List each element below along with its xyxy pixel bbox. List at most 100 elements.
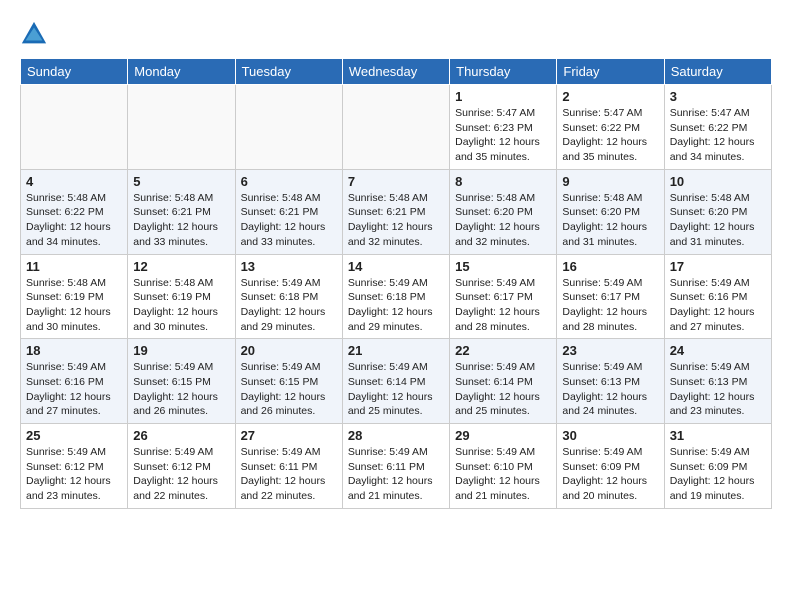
column-header-thursday: Thursday bbox=[450, 59, 557, 85]
calendar-cell: 14 Sunrise: 5:49 AM Sunset: 6:18 PM Dayli… bbox=[342, 254, 449, 339]
day-info: Sunrise: 5:49 AM Sunset: 6:11 PM Dayligh… bbox=[348, 445, 444, 504]
day-number: 12 bbox=[133, 259, 229, 274]
day-info: Sunrise: 5:47 AM Sunset: 6:23 PM Dayligh… bbox=[455, 106, 551, 165]
day-number: 7 bbox=[348, 174, 444, 189]
day-number: 11 bbox=[26, 259, 122, 274]
calendar-week-row: 25 Sunrise: 5:49 AM Sunset: 6:12 PM Dayli… bbox=[21, 424, 772, 509]
calendar-week-row: 4Sunrise: 5:48 AM Sunset: 6:22 PM Daylig… bbox=[21, 169, 772, 254]
day-number: 31 bbox=[670, 428, 766, 443]
calendar-cell: 3 Sunrise: 5:47 AM Sunset: 6:22 PM Daylig… bbox=[664, 85, 771, 170]
calendar-cell: 27Sunrise: 5:49 AM Sunset: 6:11 PM Dayli… bbox=[235, 424, 342, 509]
day-number: 5 bbox=[133, 174, 229, 189]
day-info: Sunrise: 5:49 AM Sunset: 6:12 PM Dayligh… bbox=[26, 445, 122, 504]
day-number: 19 bbox=[133, 343, 229, 358]
calendar-cell bbox=[342, 85, 449, 170]
column-header-monday: Monday bbox=[128, 59, 235, 85]
logo-icon bbox=[20, 20, 48, 48]
day-info: Sunrise: 5:48 AM Sunset: 6:21 PM Dayligh… bbox=[241, 191, 337, 250]
calendar-cell: 25 Sunrise: 5:49 AM Sunset: 6:12 PM Dayli… bbox=[21, 424, 128, 509]
day-info: Sunrise: 5:47 AM Sunset: 6:22 PM Dayligh… bbox=[670, 106, 766, 165]
day-info: Sunrise: 5:49 AM Sunset: 6:13 PM Dayligh… bbox=[670, 360, 766, 419]
day-number: 4 bbox=[26, 174, 122, 189]
calendar-cell: 15 Sunrise: 5:49 AM Sunset: 6:17 PM Dayli… bbox=[450, 254, 557, 339]
calendar-cell: 23 Sunrise: 5:49 AM Sunset: 6:13 PM Dayli… bbox=[557, 339, 664, 424]
day-number: 17 bbox=[670, 259, 766, 274]
day-number: 2 bbox=[562, 89, 658, 104]
day-info: Sunrise: 5:49 AM Sunset: 6:09 PM Dayligh… bbox=[562, 445, 658, 504]
page-header bbox=[20, 20, 772, 48]
day-number: 6 bbox=[241, 174, 337, 189]
calendar-table: SundayMondayTuesdayWednesdayThursdayFrid… bbox=[20, 58, 772, 509]
day-number: 18 bbox=[26, 343, 122, 358]
day-info: Sunrise: 5:48 AM Sunset: 6:19 PM Dayligh… bbox=[26, 276, 122, 335]
calendar-week-row: 1Sunrise: 5:47 AM Sunset: 6:23 PM Daylig… bbox=[21, 85, 772, 170]
day-number: 23 bbox=[562, 343, 658, 358]
day-info: Sunrise: 5:48 AM Sunset: 6:20 PM Dayligh… bbox=[562, 191, 658, 250]
day-number: 13 bbox=[241, 259, 337, 274]
day-info: Sunrise: 5:48 AM Sunset: 6:20 PM Dayligh… bbox=[670, 191, 766, 250]
calendar-cell: 1Sunrise: 5:47 AM Sunset: 6:23 PM Daylig… bbox=[450, 85, 557, 170]
day-info: Sunrise: 5:49 AM Sunset: 6:18 PM Dayligh… bbox=[348, 276, 444, 335]
calendar-week-row: 18 Sunrise: 5:49 AM Sunset: 6:16 PM Dayli… bbox=[21, 339, 772, 424]
day-info: Sunrise: 5:49 AM Sunset: 6:15 PM Dayligh… bbox=[133, 360, 229, 419]
calendar-cell: 26 Sunrise: 5:49 AM Sunset: 6:12 PM Dayli… bbox=[128, 424, 235, 509]
calendar-cell: 5 Sunrise: 5:48 AM Sunset: 6:21 PM Daylig… bbox=[128, 169, 235, 254]
day-info: Sunrise: 5:49 AM Sunset: 6:15 PM Dayligh… bbox=[241, 360, 337, 419]
column-header-sunday: Sunday bbox=[21, 59, 128, 85]
calendar-cell: 17 Sunrise: 5:49 AM Sunset: 6:16 PM Dayli… bbox=[664, 254, 771, 339]
day-info: Sunrise: 5:49 AM Sunset: 6:17 PM Dayligh… bbox=[562, 276, 658, 335]
day-info: Sunrise: 5:48 AM Sunset: 6:21 PM Dayligh… bbox=[133, 191, 229, 250]
day-info: Sunrise: 5:49 AM Sunset: 6:11 PM Dayligh… bbox=[241, 445, 337, 504]
column-header-saturday: Saturday bbox=[664, 59, 771, 85]
day-number: 30 bbox=[562, 428, 658, 443]
calendar-cell: 18 Sunrise: 5:49 AM Sunset: 6:16 PM Dayli… bbox=[21, 339, 128, 424]
calendar-cell: 6 Sunrise: 5:48 AM Sunset: 6:21 PM Daylig… bbox=[235, 169, 342, 254]
calendar-cell: 21Sunrise: 5:49 AM Sunset: 6:14 PM Dayli… bbox=[342, 339, 449, 424]
day-info: Sunrise: 5:48 AM Sunset: 6:21 PM Dayligh… bbox=[348, 191, 444, 250]
calendar-cell: 16 Sunrise: 5:49 AM Sunset: 6:17 PM Dayli… bbox=[557, 254, 664, 339]
day-number: 26 bbox=[133, 428, 229, 443]
day-number: 10 bbox=[670, 174, 766, 189]
day-info: Sunrise: 5:49 AM Sunset: 6:18 PM Dayligh… bbox=[241, 276, 337, 335]
calendar-cell: 29 Sunrise: 5:49 AM Sunset: 6:10 PM Dayli… bbox=[450, 424, 557, 509]
column-header-friday: Friday bbox=[557, 59, 664, 85]
day-number: 8 bbox=[455, 174, 551, 189]
day-info: Sunrise: 5:49 AM Sunset: 6:12 PM Dayligh… bbox=[133, 445, 229, 504]
calendar-cell bbox=[21, 85, 128, 170]
day-number: 25 bbox=[26, 428, 122, 443]
calendar-cell: 9Sunrise: 5:48 AM Sunset: 6:20 PM Daylig… bbox=[557, 169, 664, 254]
day-number: 24 bbox=[670, 343, 766, 358]
column-header-wednesday: Wednesday bbox=[342, 59, 449, 85]
calendar-cell: 20Sunrise: 5:49 AM Sunset: 6:15 PM Dayli… bbox=[235, 339, 342, 424]
calendar-cell: 11 Sunrise: 5:48 AM Sunset: 6:19 PM Dayli… bbox=[21, 254, 128, 339]
calendar-cell: 7 Sunrise: 5:48 AM Sunset: 6:21 PM Daylig… bbox=[342, 169, 449, 254]
day-number: 28 bbox=[348, 428, 444, 443]
day-number: 3 bbox=[670, 89, 766, 104]
day-info: Sunrise: 5:49 AM Sunset: 6:14 PM Dayligh… bbox=[455, 360, 551, 419]
calendar-cell: 4Sunrise: 5:48 AM Sunset: 6:22 PM Daylig… bbox=[21, 169, 128, 254]
column-header-tuesday: Tuesday bbox=[235, 59, 342, 85]
logo bbox=[20, 20, 52, 48]
calendar-cell: 24 Sunrise: 5:49 AM Sunset: 6:13 PM Dayli… bbox=[664, 339, 771, 424]
calendar-cell bbox=[128, 85, 235, 170]
calendar-cell: 8Sunrise: 5:48 AM Sunset: 6:20 PM Daylig… bbox=[450, 169, 557, 254]
day-number: 29 bbox=[455, 428, 551, 443]
calendar-cell: 2Sunrise: 5:47 AM Sunset: 6:22 PM Daylig… bbox=[557, 85, 664, 170]
calendar-header-row: SundayMondayTuesdayWednesdayThursdayFrid… bbox=[21, 59, 772, 85]
day-number: 22 bbox=[455, 343, 551, 358]
calendar-cell: 22 Sunrise: 5:49 AM Sunset: 6:14 PM Dayli… bbox=[450, 339, 557, 424]
day-info: Sunrise: 5:49 AM Sunset: 6:14 PM Dayligh… bbox=[348, 360, 444, 419]
day-number: 14 bbox=[348, 259, 444, 274]
day-number: 15 bbox=[455, 259, 551, 274]
calendar-cell: 31Sunrise: 5:49 AM Sunset: 6:09 PM Dayli… bbox=[664, 424, 771, 509]
calendar-cell: 30 Sunrise: 5:49 AM Sunset: 6:09 PM Dayli… bbox=[557, 424, 664, 509]
calendar-cell: 10 Sunrise: 5:48 AM Sunset: 6:20 PM Dayli… bbox=[664, 169, 771, 254]
day-info: Sunrise: 5:49 AM Sunset: 6:13 PM Dayligh… bbox=[562, 360, 658, 419]
day-info: Sunrise: 5:49 AM Sunset: 6:10 PM Dayligh… bbox=[455, 445, 551, 504]
day-info: Sunrise: 5:49 AM Sunset: 6:16 PM Dayligh… bbox=[670, 276, 766, 335]
day-number: 16 bbox=[562, 259, 658, 274]
calendar-cell: 19 Sunrise: 5:49 AM Sunset: 6:15 PM Dayli… bbox=[128, 339, 235, 424]
day-info: Sunrise: 5:49 AM Sunset: 6:16 PM Dayligh… bbox=[26, 360, 122, 419]
calendar-cell bbox=[235, 85, 342, 170]
day-info: Sunrise: 5:49 AM Sunset: 6:17 PM Dayligh… bbox=[455, 276, 551, 335]
